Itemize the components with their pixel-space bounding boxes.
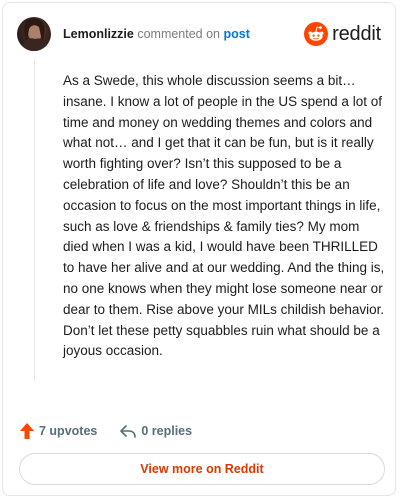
user-avatar[interactable] [17, 17, 51, 51]
action-text: commented on [137, 27, 221, 41]
reddit-brand[interactable]: reddit [304, 21, 381, 47]
view-more-button[interactable]: View more on Reddit [19, 453, 385, 485]
comment-footer: 7 upvotes 0 replies [19, 421, 214, 441]
upvote-arrow-icon [20, 423, 34, 439]
reply-count: 0 replies [141, 424, 193, 438]
username-link[interactable]: Lemonlizzie [63, 27, 134, 41]
comment-meta: Lemonlizzie commented on post [63, 27, 250, 41]
reddit-logo-icon [304, 22, 329, 46]
thread-line [34, 59, 35, 381]
reply-button[interactable]: 0 replies [119, 423, 192, 439]
post-link[interactable]: post [224, 27, 250, 41]
comment-header: Lemonlizzie commented on post reddit [17, 17, 381, 53]
upvote-count: 7 upvotes [39, 424, 98, 438]
upvote-button[interactable]: 7 upvotes [19, 422, 97, 440]
comment-body: As a Swede, this whole discussion seems … [63, 73, 385, 359]
embedded-comment-card: Lemonlizzie commented on post reddit As … [2, 2, 396, 496]
reply-arrow-icon [120, 425, 137, 438]
reddit-wordmark: reddit [332, 22, 381, 45]
